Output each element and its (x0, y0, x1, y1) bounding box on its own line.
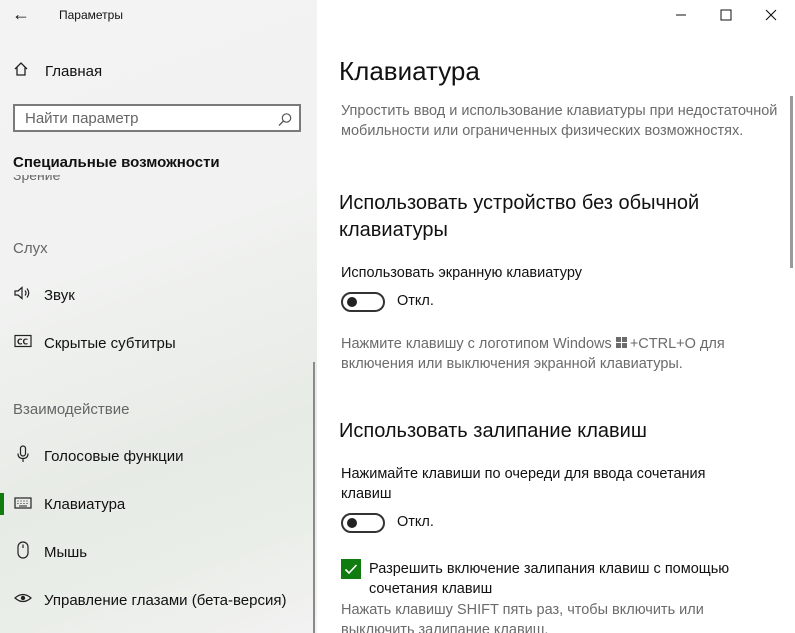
svg-text:CC: CC (17, 338, 29, 347)
sidebar-item-label: Клавиатура (44, 495, 126, 513)
group-header-interaction: Взаимодействие (13, 401, 130, 418)
microphone-icon (13, 445, 33, 467)
sticky-keys-label: Нажимайте клавиши по очереди для ввода с… (341, 466, 706, 502)
content-scrollbar[interactable] (790, 96, 793, 268)
on-screen-keyboard-hint: Нажмите клавишу с логотипом Windows +CTR… (341, 334, 771, 374)
on-screen-keyboard-label: Использовать экранную клавиатуру (341, 265, 583, 281)
sidebar-item-label: Голосовые функции (44, 447, 184, 465)
app-title: Параметры (59, 8, 123, 22)
on-screen-keyboard-toggle[interactable] (341, 292, 385, 312)
closed-captions-icon: CC (13, 334, 33, 352)
sidebar-item-sound[interactable]: Звук (0, 278, 317, 312)
mouse-icon (13, 541, 33, 563)
sidebar-item-mouse[interactable]: Мышь (0, 535, 317, 569)
sidebar-item-closed-captions[interactable]: CC Скрытые субтитры (0, 326, 317, 360)
home-label: Главная (45, 62, 103, 80)
sticky-keys-toggle-state: Откл. (397, 514, 434, 530)
toggle-knob (347, 297, 357, 307)
group-header-hearing: Слух (13, 240, 48, 257)
sidebar-item-label: Мышь (44, 543, 88, 561)
search-icon (277, 108, 293, 132)
section-title: Специальные возможности (13, 154, 220, 171)
sidebar-scrollbar[interactable] (313, 362, 315, 633)
sidebar-item-label: Звук (44, 286, 75, 304)
navigation-pane: ← Параметры Главная Найти параметр Специ… (0, 0, 317, 633)
keyboard-icon (13, 496, 33, 513)
speaker-icon (13, 285, 33, 305)
sidebar-item-eye-control[interactable]: Управление глазами (бета-версия) (0, 583, 317, 617)
sidebar-item-keyboard[interactable]: Клавиатура (0, 487, 317, 521)
content-pane: Клавиатура Упростить ввод и использовани… (317, 0, 795, 633)
sidebar-item-vision-partial[interactable]: Зрение (13, 175, 60, 189)
toggle-knob (347, 518, 357, 528)
section-heading-sticky-keys: Использовать залипание клавиш (339, 420, 647, 442)
windows-logo-icon (615, 337, 628, 349)
page-description: Упростить ввод и использование клавиатур… (341, 103, 778, 139)
on-screen-keyboard-toggle-state: Откл. (397, 293, 434, 309)
maximize-icon[interactable] (703, 2, 749, 28)
page-title: Клавиатура (339, 56, 480, 86)
sidebar-item-speech[interactable]: Голосовые функции (0, 439, 317, 473)
home-icon (13, 61, 33, 82)
sticky-keys-shortcut-checkbox[interactable] (341, 559, 361, 579)
section-heading-on-screen-keyboard: Использовать устройство без обычной клав… (339, 192, 700, 241)
title-bar: ← Параметры (0, 0, 317, 30)
home-nav-item[interactable]: Главная (13, 60, 102, 82)
minimize-icon[interactable] (658, 2, 704, 28)
sidebar-item-label: Скрытые субтитры (44, 334, 176, 352)
search-placeholder: Найти параметр (25, 110, 139, 127)
search-input[interactable]: Найти параметр (13, 104, 301, 132)
sticky-keys-toggle[interactable] (341, 513, 385, 533)
sticky-keys-hint: Нажать клавишу SHIFT пять раз, чтобы вкл… (341, 602, 704, 633)
back-arrow-icon[interactable]: ← (8, 4, 34, 26)
sticky-keys-shortcut-label[interactable]: Разрешить включение залипания клавиш с п… (369, 559, 779, 599)
close-icon[interactable] (748, 2, 794, 28)
hint-text-before: Нажмите клавишу с логотипом Windows (341, 336, 612, 352)
sidebar-item-label: Управление глазами (бета-версия) (44, 591, 287, 609)
eye-control-icon (13, 591, 33, 609)
